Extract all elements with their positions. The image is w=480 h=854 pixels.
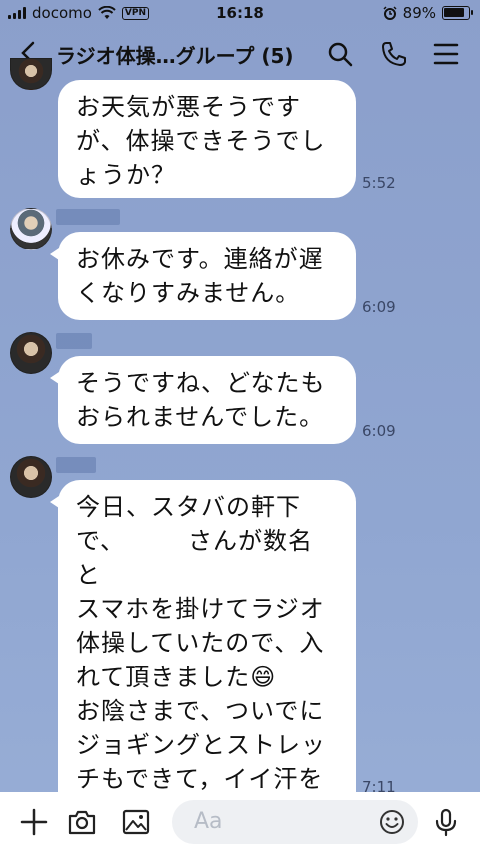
status-right: 89%	[383, 4, 473, 22]
battery-icon	[442, 6, 473, 20]
input-placeholder: Aa	[194, 809, 223, 834]
search-icon[interactable]	[326, 40, 354, 68]
mic-icon[interactable]	[430, 806, 462, 838]
avatar[interactable]	[10, 456, 52, 498]
message-time: 6:09	[362, 298, 396, 316]
alarm-icon	[383, 6, 397, 20]
avatar[interactable]	[10, 332, 52, 374]
chat-header: ラジオ体操…グループ (5)	[0, 28, 480, 80]
message-time: 5:52	[362, 174, 396, 192]
sender-name-redacted	[56, 209, 120, 225]
image-icon[interactable]	[120, 806, 152, 838]
plus-icon[interactable]	[18, 806, 50, 838]
emoji-icon[interactable]	[378, 808, 406, 836]
message-bubble: お休みです。連絡が遅 くなりすみません。	[50, 232, 356, 320]
message-bubble: お天気が悪そうです が、体操できそうでし ょうか？	[58, 80, 356, 198]
message-time: 6:09	[362, 422, 396, 440]
message-input-bar: Aa	[0, 792, 480, 854]
sender-name-redacted	[56, 457, 96, 473]
avatar[interactable]	[10, 208, 52, 250]
phone-icon[interactable]	[380, 40, 408, 68]
status-bar: docomo VPN 16:18 89%	[0, 0, 480, 28]
menu-icon[interactable]	[432, 40, 460, 68]
message-bubble: 今日、スタバの軒下 で、 さんが数名と スマホを掛けてラジオ 体操していたので、…	[50, 480, 356, 827]
battery-percent: 89%	[402, 4, 436, 22]
sender-name-redacted	[56, 333, 92, 349]
camera-icon[interactable]	[66, 806, 98, 838]
chat-title[interactable]: ラジオ体操…グループ (5)	[56, 40, 294, 69]
message-input[interactable]: Aa	[172, 800, 418, 844]
message-bubble: そうですね、どなたも おられませんでした。	[50, 356, 356, 444]
